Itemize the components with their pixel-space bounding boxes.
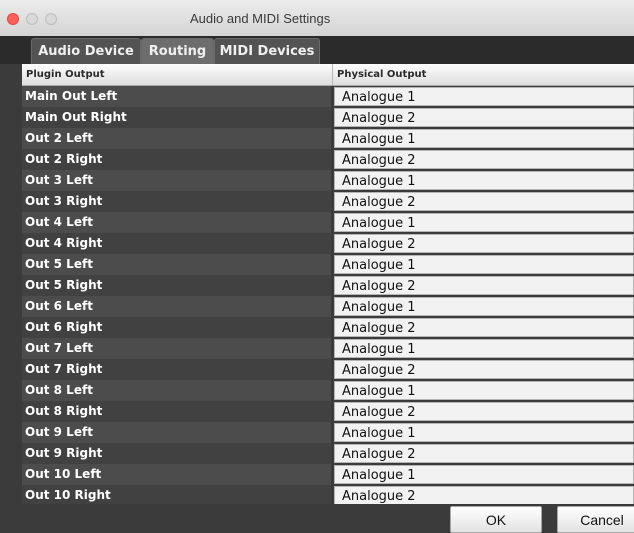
- plugin-output-cell: Out 4 Left: [22, 212, 331, 233]
- plugin-output-cell: Out 7 Left: [22, 338, 331, 359]
- table-row: Out 3 Right Analogue 2: [22, 191, 634, 212]
- plugin-output-cell: Out 10 Right: [22, 485, 331, 504]
- physical-output-select[interactable]: Analogue 2: [334, 150, 634, 169]
- physical-output-select[interactable]: Analogue 2: [334, 318, 634, 337]
- column-header-physical-output[interactable]: Physical Output: [333, 64, 634, 85]
- window-title: Audio and MIDI Settings: [190, 11, 331, 26]
- plugin-output-cell: Main Out Right: [22, 107, 331, 128]
- plugin-output-cell: Out 8 Right: [22, 401, 331, 422]
- physical-output-select[interactable]: Analogue 2: [334, 108, 634, 127]
- physical-output-select[interactable]: Analogue 1: [334, 255, 634, 274]
- plugin-output-cell: Out 9 Left: [22, 422, 331, 443]
- table-row: Out 8 Right Analogue 2: [22, 401, 634, 422]
- plugin-output-cell: Out 3 Right: [22, 191, 331, 212]
- physical-output-select[interactable]: Analogue 1: [334, 339, 634, 358]
- table-row: Main Out Right Analogue 2: [22, 107, 634, 128]
- plugin-output-cell: Main Out Left: [22, 86, 331, 107]
- physical-output-select[interactable]: Analogue 1: [334, 129, 634, 148]
- physical-output-select[interactable]: Analogue 1: [334, 423, 634, 442]
- plugin-output-cell: Out 3 Left: [22, 170, 331, 191]
- plugin-output-cell: Out 10 Left: [22, 464, 331, 485]
- physical-output-select[interactable]: Analogue 1: [334, 381, 634, 400]
- table-row: Out 9 Left Analogue 1: [22, 422, 634, 443]
- table-row: Main Out Left Analogue 1: [22, 86, 634, 107]
- plugin-output-cell: Out 2 Left: [22, 128, 331, 149]
- physical-output-select[interactable]: Analogue 1: [334, 87, 634, 106]
- physical-output-select[interactable]: Analogue 2: [334, 444, 634, 463]
- plugin-output-cell: Out 5 Right: [22, 275, 331, 296]
- plugin-output-cell: Out 8 Left: [22, 380, 331, 401]
- table-row: Out 2 Right Analogue 2: [22, 149, 634, 170]
- table-row: Out 7 Left Analogue 1: [22, 338, 634, 359]
- table-row: Out 8 Left Analogue 1: [22, 380, 634, 401]
- physical-output-select[interactable]: Analogue 2: [334, 234, 634, 253]
- table-row: Out 9 Right Analogue 2: [22, 443, 634, 464]
- physical-output-select[interactable]: Analogue 2: [334, 192, 634, 211]
- tab-midi-devices[interactable]: MIDI Devices: [214, 38, 320, 64]
- table-row: Out 7 Right Analogue 2: [22, 359, 634, 380]
- plugin-output-cell: Out 5 Left: [22, 254, 331, 275]
- plugin-output-cell: Out 6 Right: [22, 317, 331, 338]
- physical-output-select[interactable]: Analogue 2: [334, 276, 634, 295]
- column-header-plugin-output[interactable]: Plugin Output: [22, 64, 333, 85]
- table-row: Out 5 Right Analogue 2: [22, 275, 634, 296]
- ok-button[interactable]: OK: [450, 506, 542, 533]
- plugin-output-cell: Out 2 Right: [22, 149, 331, 170]
- physical-output-select[interactable]: Analogue 2: [334, 402, 634, 421]
- table-row: Out 10 Left Analogue 1: [22, 464, 634, 485]
- table-row: Out 2 Left Analogue 1: [22, 128, 634, 149]
- plugin-output-cell: Out 7 Right: [22, 359, 331, 380]
- cancel-button[interactable]: Cancel: [557, 506, 634, 533]
- physical-output-select[interactable]: Analogue 2: [334, 486, 634, 504]
- routing-table: Plugin Output Physical Output Main Out L…: [22, 64, 634, 504]
- table-row: Out 6 Left Analogue 1: [22, 296, 634, 317]
- physical-output-select[interactable]: Analogue 1: [334, 213, 634, 232]
- table-row: Out 4 Left Analogue 1: [22, 212, 634, 233]
- table-row: Out 10 Right Analogue 2: [22, 485, 634, 504]
- table-row: Out 3 Left Analogue 1: [22, 170, 634, 191]
- physical-output-select[interactable]: Analogue 1: [334, 465, 634, 484]
- plugin-output-cell: Out 6 Left: [22, 296, 331, 317]
- table-row: Out 4 Right Analogue 2: [22, 233, 634, 254]
- table-row: Out 6 Right Analogue 2: [22, 317, 634, 338]
- plugin-output-cell: Out 4 Right: [22, 233, 331, 254]
- title-bar: Audio and MIDI Settings: [0, 0, 634, 37]
- tab-routing[interactable]: Routing: [141, 38, 214, 64]
- physical-output-select[interactable]: Analogue 1: [334, 171, 634, 190]
- physical-output-select[interactable]: Analogue 1: [334, 297, 634, 316]
- plugin-output-cell: Out 9 Right: [22, 443, 331, 464]
- tab-audio-device[interactable]: Audio Device: [31, 38, 141, 64]
- table-row: Out 5 Left Analogue 1: [22, 254, 634, 275]
- settings-window: Audio and MIDI Settings Audio Device Rou…: [0, 0, 634, 533]
- physical-output-select[interactable]: Analogue 2: [334, 360, 634, 379]
- table-header: Plugin Output Physical Output: [22, 64, 634, 86]
- table-body: Main Out Left Analogue 1 Main Out Right Ana…: [22, 86, 634, 504]
- tab-bar: Audio Device Routing MIDI Devices: [0, 36, 634, 64]
